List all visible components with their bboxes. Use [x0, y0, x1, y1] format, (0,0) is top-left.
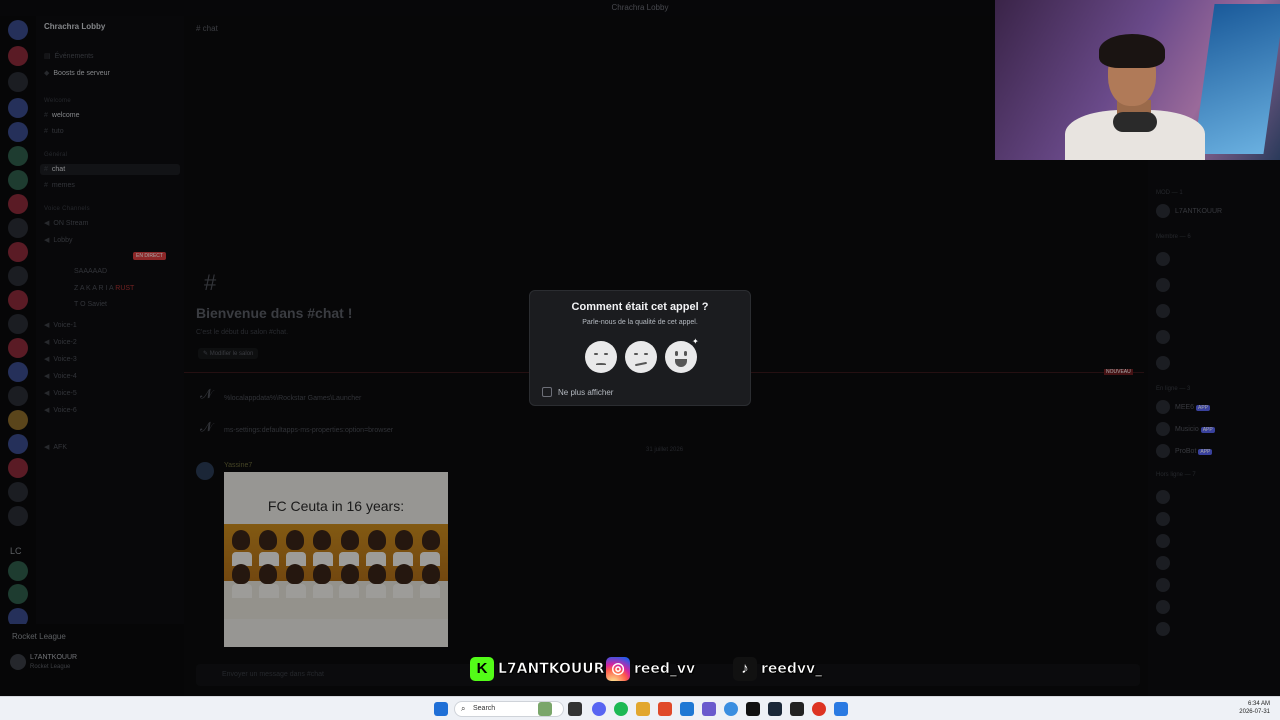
- headphones-icon: [1113, 112, 1157, 132]
- modal-subtitle: Parle-nous de la qualité de cet appel.: [582, 319, 698, 326]
- app-icon[interactable]: [702, 702, 716, 716]
- search-icon: ⌕: [461, 704, 466, 713]
- modal-title: Comment était cet appel ?: [571, 301, 709, 313]
- call-rating-modal: Comment était cet appel ? Parle-nous de …: [529, 290, 751, 406]
- discord-app: Chrachra Lobby LC Chrachra Lobby ▤ Événem…: [0, 0, 1280, 696]
- happy-face-icon[interactable]: ✦: [665, 337, 699, 373]
- spotify-icon[interactable]: [614, 702, 628, 716]
- task-view-icon[interactable]: [568, 702, 582, 716]
- sparkle-icon: ✦: [692, 337, 699, 346]
- app-icon[interactable]: [834, 702, 848, 716]
- widget-icon[interactable]: [538, 702, 552, 716]
- start-icon[interactable]: [434, 702, 448, 716]
- obs-icon[interactable]: [812, 702, 826, 716]
- folder-icon[interactable]: [636, 702, 650, 716]
- kick-handle: K L7ANTKOUUR: [470, 656, 605, 682]
- taskbar: ⌕ Search 6:34 AM 2026-07-31: [0, 696, 1280, 720]
- app-icon[interactable]: [658, 702, 672, 716]
- webcam-overlay: [995, 0, 1280, 160]
- neutral-face-icon[interactable]: [625, 341, 657, 373]
- browser-icon[interactable]: [724, 702, 738, 716]
- discord-icon[interactable]: [592, 702, 606, 716]
- tiktok-handle: ♪ reedvv_: [733, 656, 822, 682]
- sad-face-icon[interactable]: [585, 341, 617, 373]
- kick-icon: K: [470, 657, 494, 681]
- steam-icon[interactable]: [768, 702, 782, 716]
- app-icon[interactable]: [746, 702, 760, 716]
- store-icon[interactable]: [680, 702, 694, 716]
- tiktok-icon: ♪: [733, 657, 757, 681]
- terminal-icon[interactable]: [790, 702, 804, 716]
- dont-show-label[interactable]: Ne plus afficher: [558, 388, 613, 397]
- clock[interactable]: 6:34 AM 2026-07-31: [1239, 700, 1270, 716]
- instagram-icon: ◎: [606, 657, 630, 681]
- instagram-handle: ◎ reed_vv: [606, 656, 695, 682]
- dont-show-checkbox[interactable]: [542, 387, 552, 397]
